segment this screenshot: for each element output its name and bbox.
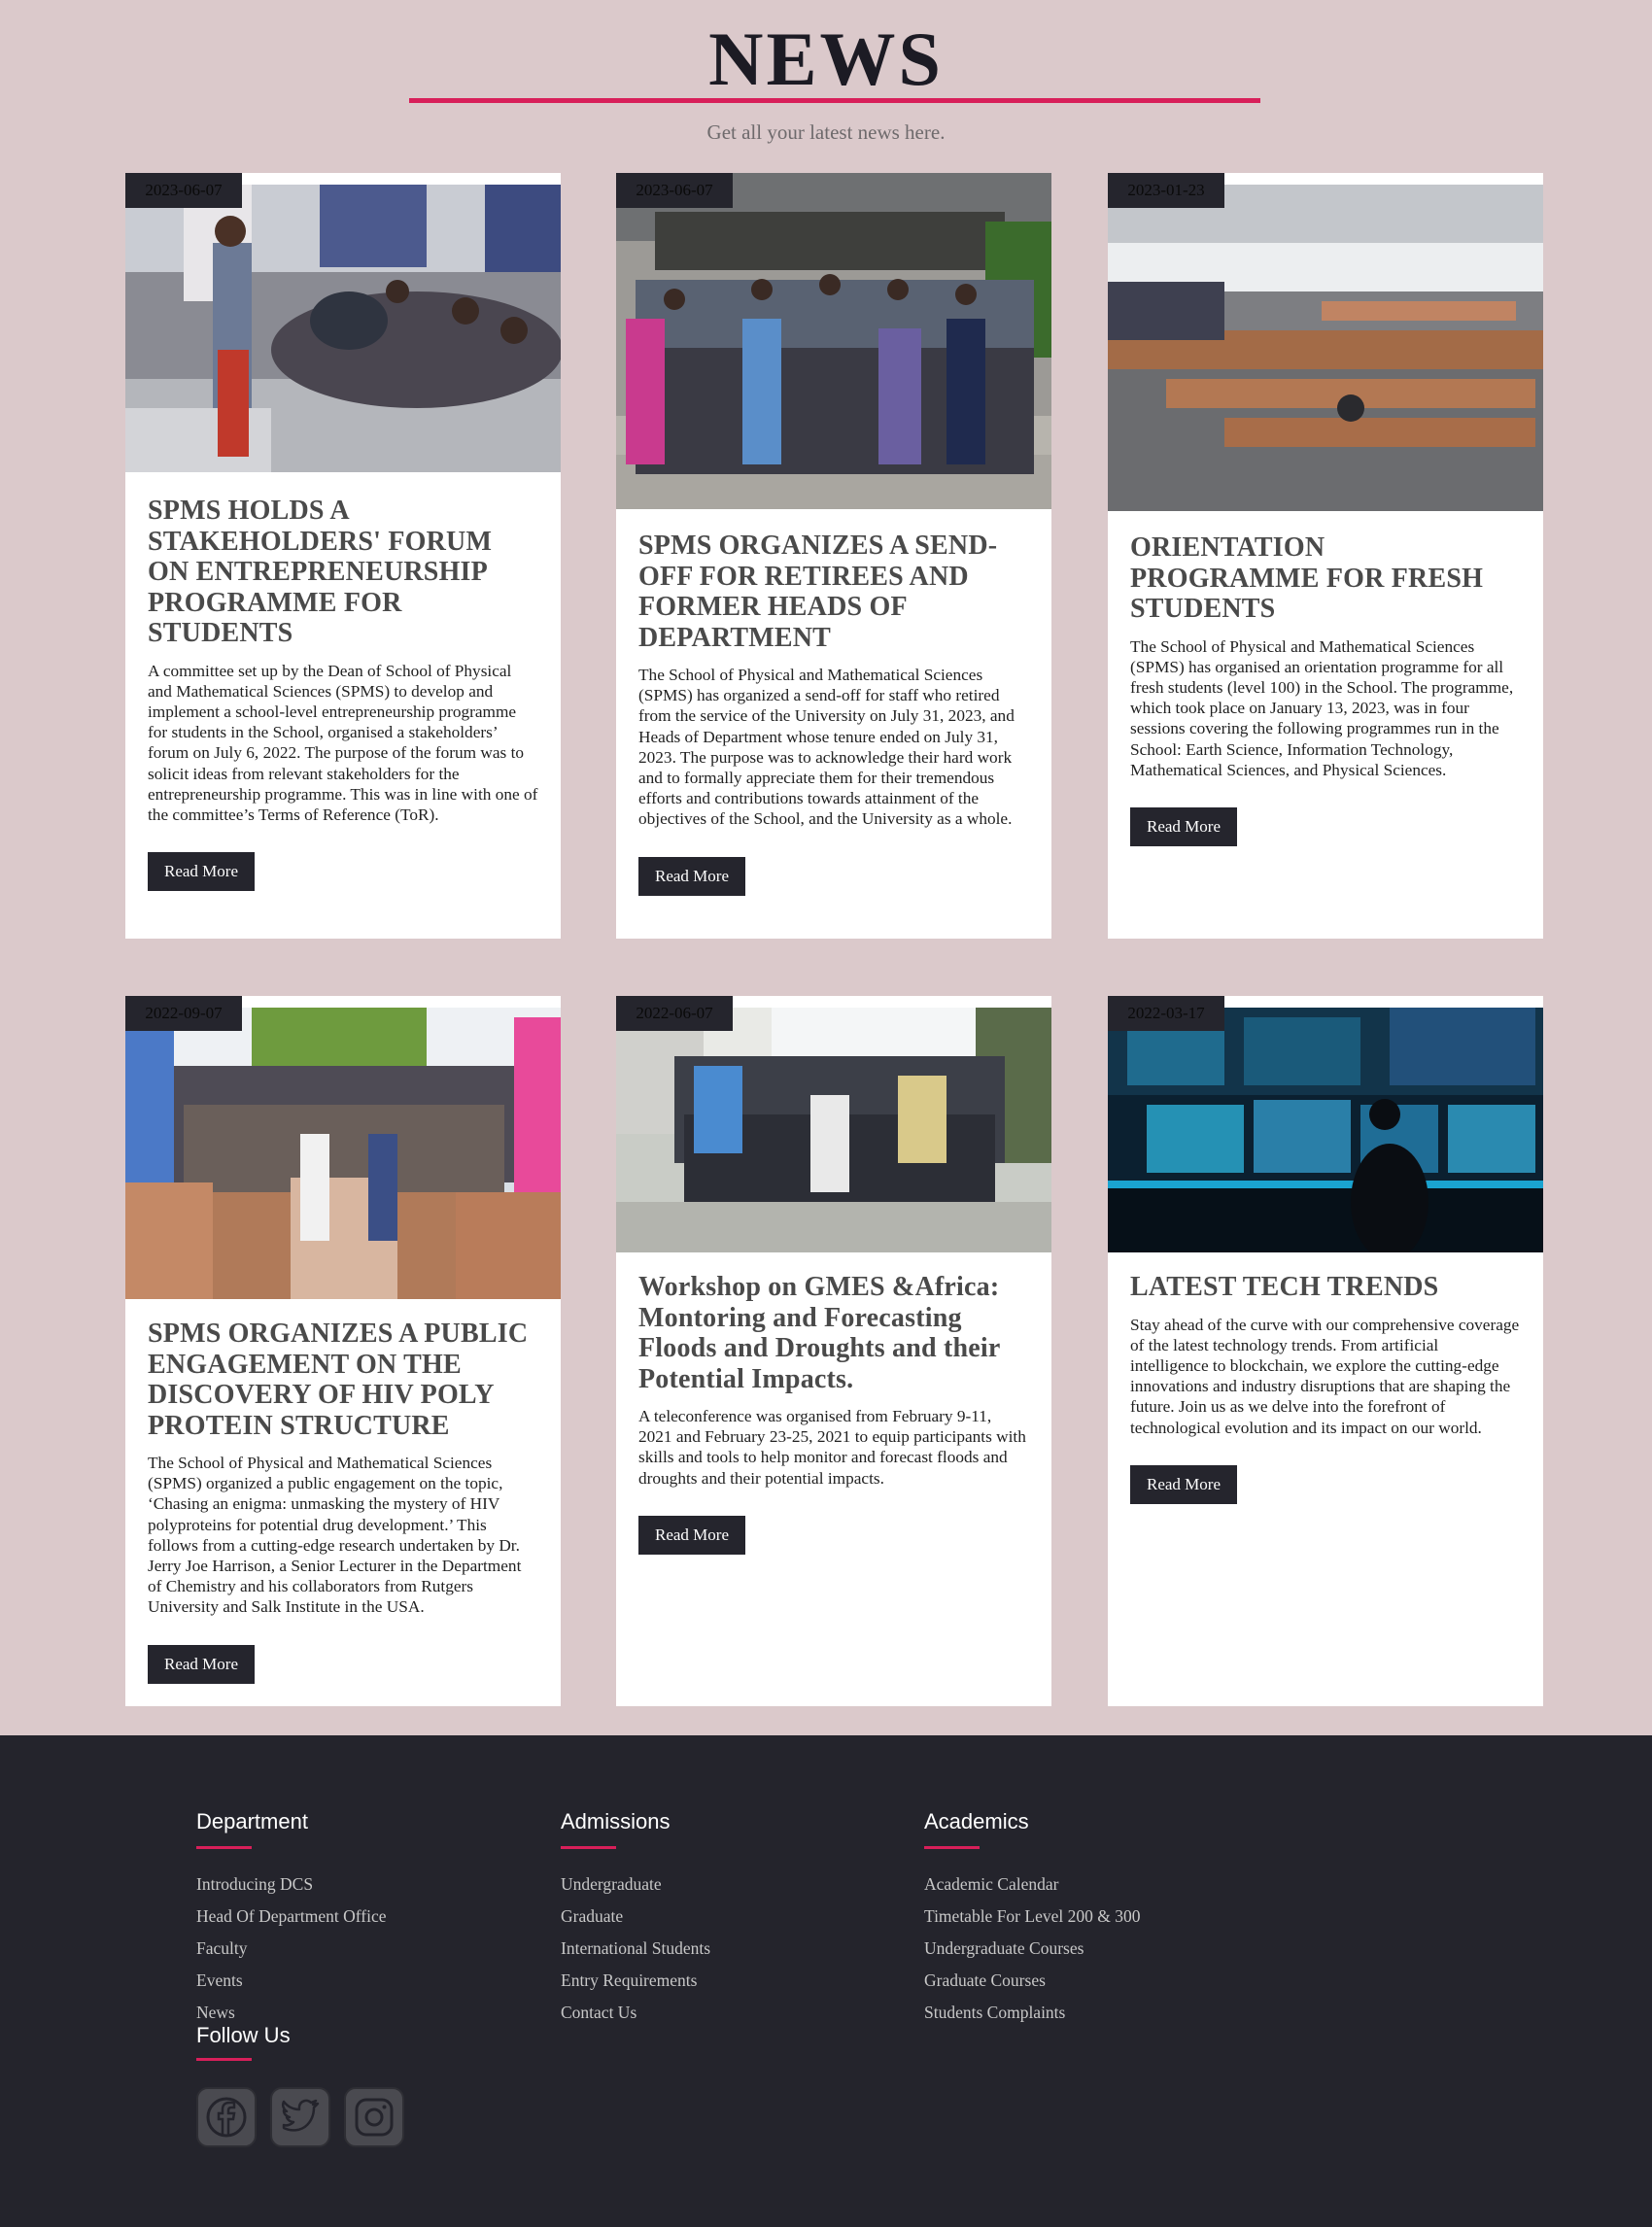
site-footer: Department Introducing DCS Head Of Depar… <box>0 1735 1652 2227</box>
read-more-button[interactable]: Read More <box>148 1644 256 1684</box>
footer-link[interactable]: Entry Requirements <box>561 1965 710 1997</box>
news-excerpt: The School of Physical and Mathematical … <box>638 666 1015 829</box>
footer-link[interactable]: Events <box>196 1965 387 1997</box>
date-badge: 2022-09-07 <box>125 996 242 1031</box>
footer-link[interactable]: Graduate <box>561 1901 710 1933</box>
footer-academics: Academics Academic Calendar Timetable Fo… <box>924 1809 1140 2029</box>
page-subtitle: Get all your latest news here. <box>706 120 946 144</box>
news-image[interactable] <box>616 173 1051 509</box>
footer-link[interactable]: Academic Calendar <box>924 1868 1140 1901</box>
read-more-button[interactable]: Read More <box>638 856 746 896</box>
footer-admissions: Admissions Undergraduate Graduate Intern… <box>561 1809 710 2029</box>
news-excerpt: A committee set up by the Dean of School… <box>148 661 538 824</box>
date-badge: 2023-06-07 <box>125 173 242 208</box>
heading-underline <box>196 2058 252 2061</box>
heading-underline <box>924 1846 980 1849</box>
read-more-button[interactable]: Read More <box>148 852 256 892</box>
news-image[interactable] <box>1108 1008 1543 1252</box>
date-badge: 2022-06-07 <box>616 996 733 1031</box>
news-title[interactable]: LATEST TECH TRENDS <box>1130 1272 1521 1303</box>
heading-underline <box>561 1846 616 1849</box>
news-excerpt: The School of Physical and Mathematical … <box>1130 636 1514 779</box>
read-more-button[interactable]: Read More <box>638 1515 746 1555</box>
footer-link[interactable]: Graduate Courses <box>924 1965 1140 1997</box>
news-title[interactable]: SPMS ORGANIZES A PUBLIC ENGAGEMENT ON TH… <box>148 1319 538 1441</box>
follow-heading: Follow Us <box>196 2023 291 2047</box>
date-badge: 2023-06-07 <box>616 173 733 208</box>
footer-link[interactable]: Students Complaints <box>924 1997 1140 2029</box>
news-image[interactable] <box>125 1008 561 1299</box>
news-excerpt: A teleconference was organised from Febr… <box>638 1407 1026 1488</box>
news-title[interactable]: Workshop on GMES &Africa: Montoring and … <box>638 1272 1029 1394</box>
news-image[interactable] <box>1108 185 1543 511</box>
news-header: NEWS Get all your latest news here. <box>0 0 1652 175</box>
footer-link[interactable]: Undergraduate Courses <box>924 1933 1140 1965</box>
footer-link[interactable]: Contact Us <box>561 1997 710 2029</box>
news-card: 2022-06-07 Workshop on GMES &Africa: Mon… <box>616 996 1051 1706</box>
date-badge: 2023-01-23 <box>1108 173 1224 208</box>
footer-link[interactable]: Introducing DCS <box>196 1868 387 1901</box>
date-badge: 2022-03-17 <box>1108 996 1224 1031</box>
news-card: 2022-09-07 SPMS ORGANIZES A PUBLIC ENGAG… <box>125 996 561 1706</box>
facebook-icon[interactable] <box>196 2087 257 2147</box>
read-more-button[interactable]: Read More <box>1130 1464 1238 1504</box>
news-image[interactable] <box>125 185 561 472</box>
footer-link[interactable]: Faculty <box>196 1933 387 1965</box>
twitter-icon[interactable] <box>270 2087 330 2147</box>
news-title[interactable]: SPMS HOLDS A STAKEHOLDERS' FORUM ON ENTR… <box>148 496 538 649</box>
news-title[interactable]: SPMS ORGANIZES A SEND-OFF FOR RETIREES A… <box>638 531 1029 653</box>
news-card: 2022-03-17 LATEST TECH TRENDS Stay ahead… <box>1108 996 1543 1706</box>
news-card: 2023-06-07 SPMS HOLDS A STAKEHOLDERS' FO… <box>125 173 561 939</box>
news-card: 2023-01-23 ORIENTATION PROGRAMME FOR FRE… <box>1108 173 1543 939</box>
footer-department: Department Introducing DCS Head Of Depar… <box>196 1809 387 2029</box>
news-excerpt: Stay ahead of the curve with our compreh… <box>1130 1315 1520 1437</box>
footer-link[interactable]: International Students <box>561 1933 710 1965</box>
instagram-icon[interactable] <box>344 2087 404 2147</box>
footer-heading: Department <box>196 1809 308 1833</box>
news-excerpt: The School of Physical and Mathematical … <box>148 1454 522 1617</box>
news-title[interactable]: ORIENTATION PROGRAMME FOR FRESH STUDENTS <box>1130 532 1521 625</box>
read-more-button[interactable]: Read More <box>1130 806 1238 846</box>
title-underline <box>409 98 1260 103</box>
footer-heading: Admissions <box>561 1809 671 1833</box>
footer-link[interactable]: Head Of Department Office <box>196 1901 387 1933</box>
footer-link[interactable]: Timetable For Level 200 & 300 <box>924 1901 1140 1933</box>
heading-underline <box>196 1846 252 1849</box>
page-title: NEWS <box>708 17 944 101</box>
follow-us: Follow Us <box>196 2023 291 2061</box>
news-card: 2023-06-07 SPMS ORGANIZES A SEND-OFF FOR… <box>616 173 1051 939</box>
news-image[interactable] <box>616 1008 1051 1252</box>
footer-link[interactable]: Undergraduate <box>561 1868 710 1901</box>
footer-heading: Academics <box>924 1809 1029 1833</box>
